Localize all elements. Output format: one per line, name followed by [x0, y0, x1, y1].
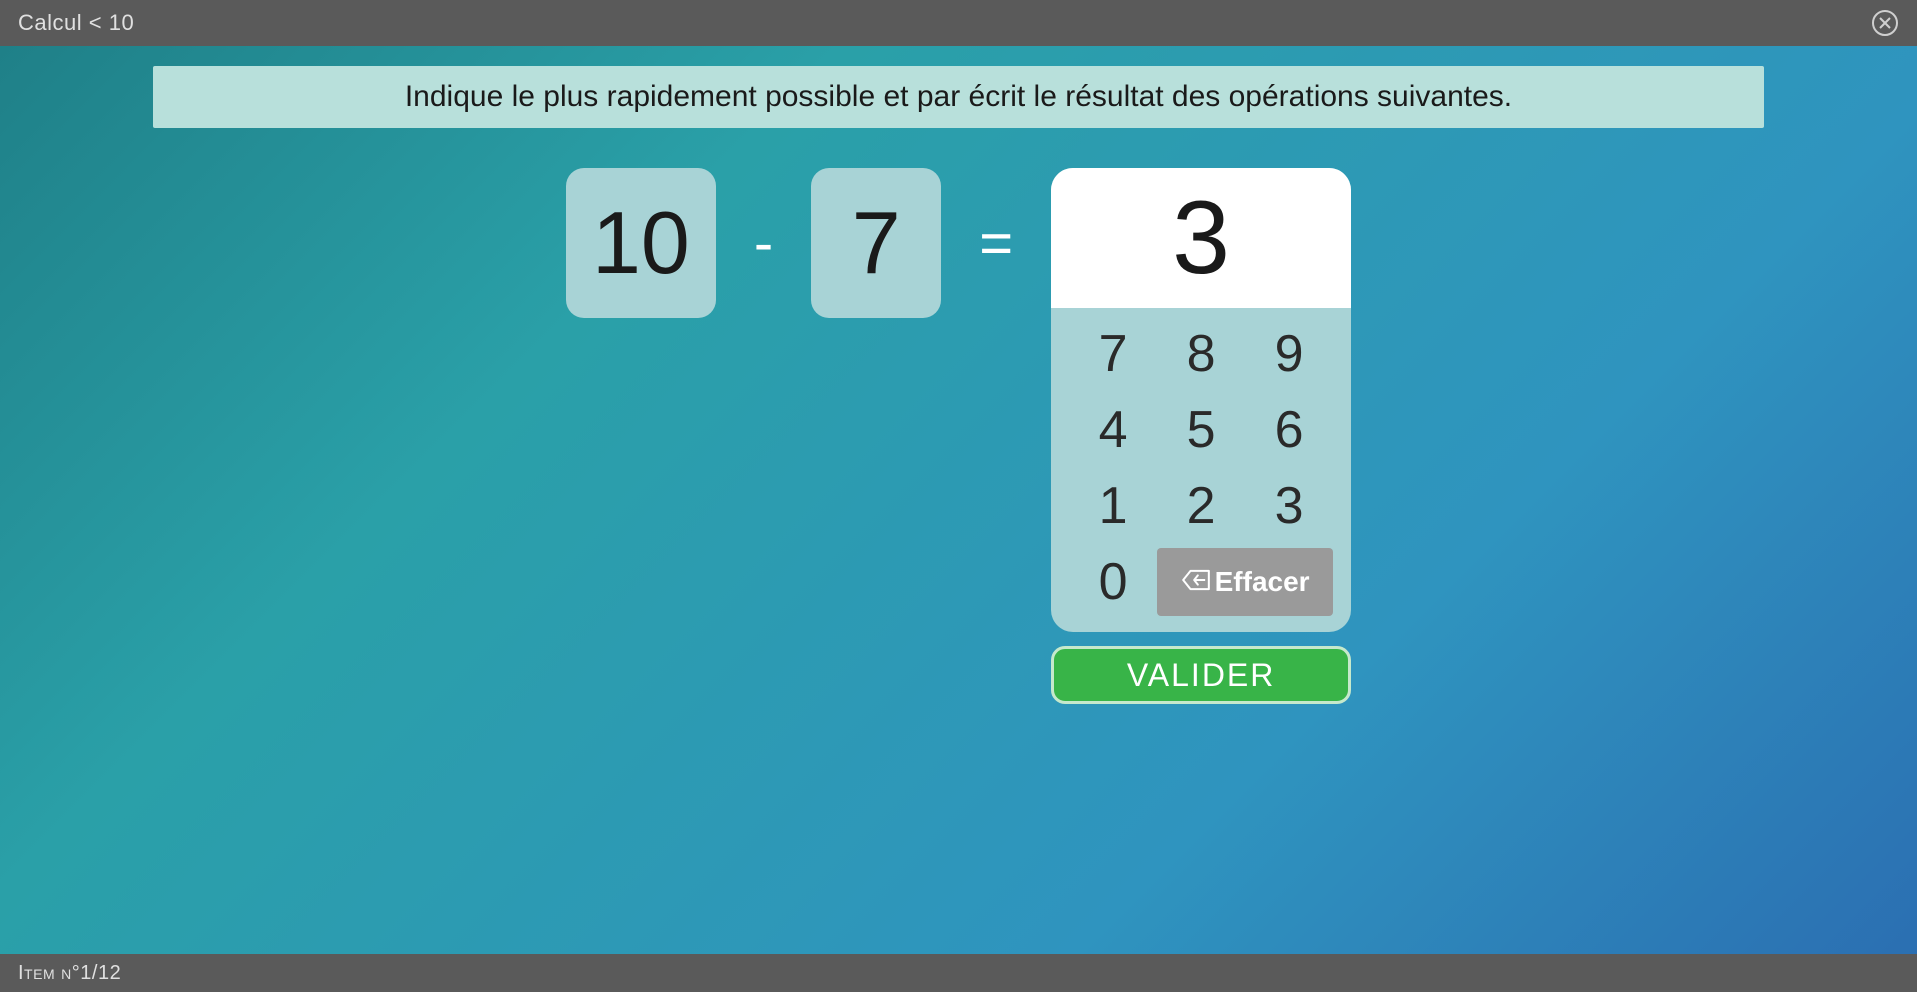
operator-symbol: -: [744, 168, 783, 318]
validate-button[interactable]: VALIDER: [1051, 646, 1351, 704]
operand-a-tile: 10: [566, 168, 716, 318]
key-2[interactable]: 2: [1157, 468, 1245, 544]
backspace-icon: [1181, 566, 1211, 598]
key-5[interactable]: 5: [1157, 392, 1245, 468]
key-7[interactable]: 7: [1069, 316, 1157, 392]
key-3[interactable]: 3: [1245, 468, 1333, 544]
answer-display: 3: [1051, 168, 1351, 308]
topbar: Calcul < 10: [0, 0, 1917, 46]
key-6[interactable]: 6: [1245, 392, 1333, 468]
key-0[interactable]: 0: [1069, 544, 1157, 620]
keypad-panel: 3 7 8 9 4 5 6 1 2 3 0: [1051, 168, 1351, 632]
keypad-grid: 7 8 9 4 5 6 1 2 3 0: [1051, 308, 1351, 620]
bottombar: Item n°1/12: [0, 954, 1917, 992]
erase-button[interactable]: Effacer: [1157, 548, 1333, 616]
stage: Indique le plus rapidement possible et p…: [0, 46, 1917, 954]
item-counter: Item n°1/12: [18, 962, 121, 985]
erase-label: Effacer: [1215, 566, 1310, 598]
key-9[interactable]: 9: [1245, 316, 1333, 392]
instruction-banner: Indique le plus rapidement possible et p…: [153, 66, 1763, 128]
close-icon[interactable]: [1871, 9, 1899, 37]
page-title: Calcul < 10: [18, 10, 134, 36]
key-4[interactable]: 4: [1069, 392, 1157, 468]
equation-row: 10 - 7 = 3 7 8 9 4 5 6 1 2 3 0: [566, 168, 1351, 704]
equals-symbol: =: [969, 168, 1023, 318]
operand-b-tile: 7: [811, 168, 941, 318]
key-1[interactable]: 1: [1069, 468, 1157, 544]
key-8[interactable]: 8: [1157, 316, 1245, 392]
